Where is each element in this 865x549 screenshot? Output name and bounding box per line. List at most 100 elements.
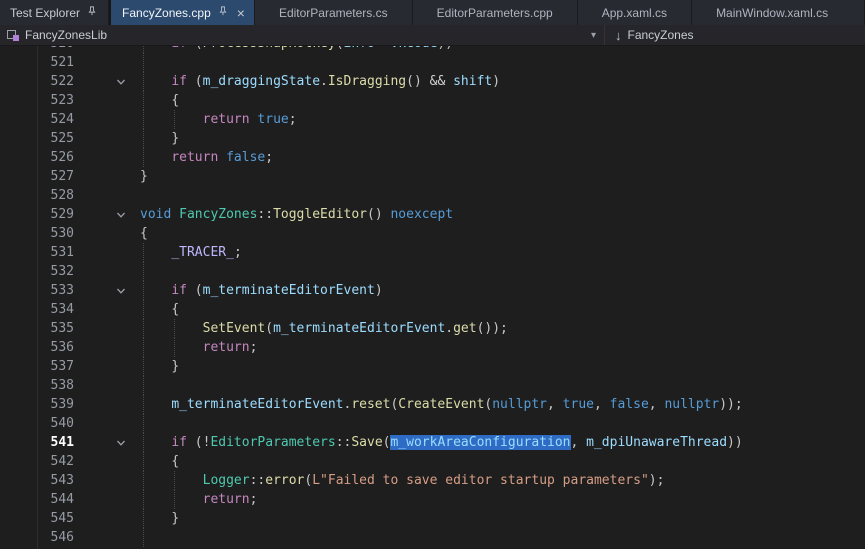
- code-text: [134, 53, 865, 72]
- indent-guide: [174, 110, 175, 129]
- tool-tab-test-explorer[interactable]: Test Explorer: [0, 0, 109, 25]
- pin-icon[interactable]: [217, 5, 229, 20]
- fold-margin: [78, 319, 134, 338]
- tab-app-xaml-cs[interactable]: App.xaml.cs: [578, 0, 692, 25]
- code-line[interactable]: 531 _TRACER_;: [0, 243, 865, 262]
- fold-margin[interactable]: [78, 72, 134, 91]
- code-text: [134, 186, 865, 205]
- fold-margin: [78, 53, 134, 72]
- code-line[interactable]: 526 return false;: [0, 148, 865, 167]
- code-text: {: [134, 300, 865, 319]
- code-line[interactable]: 540: [0, 414, 865, 433]
- code-line[interactable]: 541 if (!EditorParameters::Save(m_workAr…: [0, 433, 865, 452]
- code-line[interactable]: 539 m_terminateEditorEvent.reset(CreateE…: [0, 395, 865, 414]
- scope-name: FancyZones: [628, 28, 694, 42]
- project-dropdown[interactable]: FancyZonesLib ▾: [0, 25, 604, 45]
- fold-margin[interactable]: [78, 281, 134, 300]
- indent-guide: [143, 509, 144, 528]
- code-line[interactable]: 524 return true;: [0, 110, 865, 129]
- line-number: 526: [0, 148, 78, 167]
- code-text: SetEvent(m_terminateEditorEvent.get());: [134, 319, 865, 338]
- code-line[interactable]: 533 if (m_terminateEditorEvent): [0, 281, 865, 300]
- project-icon: [7, 29, 19, 41]
- indent-guide: [143, 281, 144, 300]
- tab-editorparameters-cpp[interactable]: EditorParameters.cpp: [413, 0, 578, 25]
- code-text: m_terminateEditorEvent.reset(CreateEvent…: [134, 395, 865, 414]
- editor[interactable]: 520 if (ProcessSnapHotkey(info->vkCode))…: [0, 46, 865, 549]
- line-number: 534: [0, 300, 78, 319]
- fold-margin: [78, 509, 134, 528]
- code-line[interactable]: 529void FancyZones::ToggleEditor() noexc…: [0, 205, 865, 224]
- code-text: _TRACER_;: [134, 243, 865, 262]
- line-number: 542: [0, 452, 78, 471]
- code-line[interactable]: 525 }: [0, 129, 865, 148]
- code-line[interactable]: 535 SetEvent(m_terminateEditorEvent.get(…: [0, 319, 865, 338]
- fold-chevron-down-icon: [116, 438, 126, 448]
- code-line[interactable]: 522 if (m_draggingState.IsDragging() && …: [0, 72, 865, 91]
- code-line[interactable]: 545 }: [0, 509, 865, 528]
- code-line[interactable]: 521: [0, 53, 865, 72]
- code-line[interactable]: 528: [0, 186, 865, 205]
- tab-fancyzones-cpp[interactable]: FancyZones.cpp×: [111, 0, 255, 25]
- project-name: FancyZonesLib: [25, 28, 107, 42]
- indent-guide: [143, 338, 144, 357]
- line-number: 544: [0, 490, 78, 509]
- code-text: if (ProcessSnapHotkey(info->vkCode)): [134, 46, 865, 53]
- code-line[interactable]: 544 return;: [0, 490, 865, 509]
- tab-mainwindow-xaml-cs[interactable]: MainWindow.xaml.cs: [692, 0, 865, 25]
- indent-guide: [174, 490, 175, 509]
- line-number: 535: [0, 319, 78, 338]
- scope-dropdown[interactable]: ↓ FancyZones: [604, 25, 865, 45]
- indent-guide: [174, 338, 175, 357]
- code-text: if (m_draggingState.IsDragging() && shif…: [134, 72, 865, 91]
- line-number: 531: [0, 243, 78, 262]
- indent-guide: [143, 433, 144, 452]
- line-number: 523: [0, 91, 78, 110]
- indent-guide: [143, 452, 144, 471]
- pin-icon[interactable]: [86, 5, 98, 20]
- code-line[interactable]: 542 {: [0, 452, 865, 471]
- fold-margin: [78, 395, 134, 414]
- code-line[interactable]: 543 Logger::error(L"Failed to save edito…: [0, 471, 865, 490]
- code-line[interactable]: 520 if (ProcessSnapHotkey(info->vkCode)): [0, 46, 865, 53]
- tab-label: EditorParameters.cpp: [437, 6, 553, 20]
- code-text: if (!EditorParameters::Save(m_workAreaCo…: [134, 433, 865, 452]
- code-text: [134, 528, 865, 547]
- code-line[interactable]: 530{: [0, 224, 865, 243]
- line-number: 525: [0, 129, 78, 148]
- fold-margin: [78, 414, 134, 433]
- selected-text[interactable]: m_workAreaConfiguration: [390, 435, 570, 450]
- fold-margin: [78, 528, 134, 547]
- indent-guide: [143, 414, 144, 433]
- fold-margin[interactable]: [78, 205, 134, 224]
- tab-editorparameters-cs[interactable]: EditorParameters.cs: [255, 0, 413, 25]
- line-number: 522: [0, 72, 78, 91]
- code-line[interactable]: 537 }: [0, 357, 865, 376]
- code-line[interactable]: 523 {: [0, 91, 865, 110]
- code-line[interactable]: 538: [0, 376, 865, 395]
- code-line[interactable]: 534 {: [0, 300, 865, 319]
- code-text: }: [134, 509, 865, 528]
- fold-margin: [78, 262, 134, 281]
- indent-guide: [143, 395, 144, 414]
- code-line[interactable]: 532: [0, 262, 865, 281]
- indent-guide: [143, 129, 144, 148]
- indent-guide: [143, 262, 144, 281]
- indent-guide: [143, 319, 144, 338]
- indent-guide: [143, 471, 144, 490]
- indent-guide: [143, 46, 144, 53]
- code-line[interactable]: 546: [0, 528, 865, 547]
- code-text: return true;: [134, 110, 865, 129]
- indent-guide: [143, 72, 144, 91]
- code-line[interactable]: 527}: [0, 167, 865, 186]
- line-number: 538: [0, 376, 78, 395]
- indent-guide: [174, 319, 175, 338]
- code-line[interactable]: 536 return;: [0, 338, 865, 357]
- line-number: 541: [0, 433, 78, 452]
- fold-margin: [78, 46, 134, 53]
- code-text: [134, 376, 865, 395]
- fold-margin[interactable]: [78, 433, 134, 452]
- close-icon[interactable]: ×: [237, 6, 245, 20]
- code-text: if (m_terminateEditorEvent): [134, 281, 865, 300]
- code-text: void FancyZones::ToggleEditor() noexcept: [134, 205, 865, 224]
